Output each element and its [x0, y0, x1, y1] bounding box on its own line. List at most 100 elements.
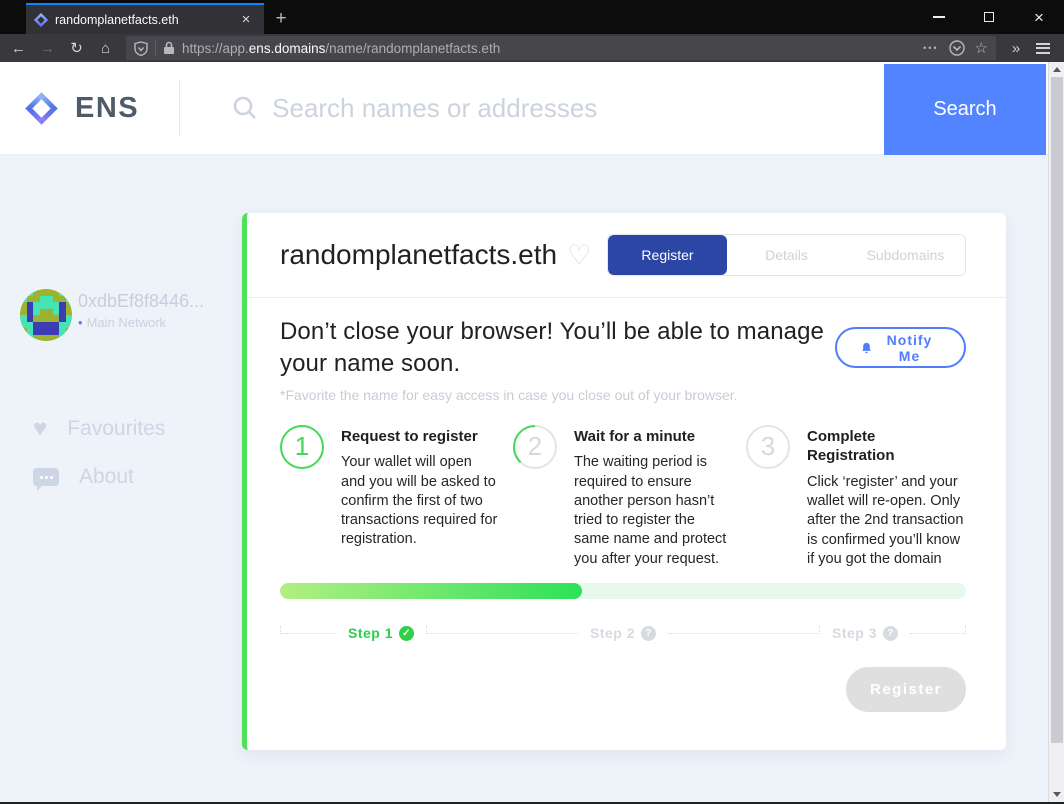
notify-me-button[interactable]: Notify Me: [835, 327, 966, 368]
urlbar-divider: [155, 40, 156, 56]
bookmark-star-icon[interactable]: ☆: [975, 39, 988, 57]
step-3-label: Step 3?: [832, 625, 898, 641]
shield-icon[interactable]: [134, 41, 148, 56]
headline-text: Don’t close your browser! You’ll be able…: [280, 316, 835, 380]
progress-fill: [280, 583, 582, 599]
scroll-up-icon[interactable]: [1053, 67, 1061, 72]
url-path: /name/randomplanetfacts.eth: [325, 41, 500, 56]
ens-favicon-icon: [34, 13, 48, 27]
headline-row: Don’t close your browser! You’ll be able…: [280, 316, 966, 380]
account-address[interactable]: 0xdbEf8f8446...: [78, 291, 204, 312]
network-dot-icon: •: [78, 315, 83, 330]
step-1-body: Your wallet will open and you will be as…: [341, 453, 500, 549]
new-tab-button[interactable]: +: [264, 3, 298, 34]
minimize-button[interactable]: [914, 0, 964, 34]
chat-bubble-icon: [33, 468, 59, 486]
forward-button[interactable]: →: [33, 41, 62, 56]
step-2-circle-icon: 2: [513, 425, 557, 469]
ruler-segment: [668, 633, 820, 634]
url-bar[interactable]: https://app.ens.domains/name/randomplane…: [126, 36, 996, 60]
page-actions-icon[interactable]: •••: [923, 43, 938, 53]
back-button[interactable]: ←: [4, 41, 33, 56]
titlebar: randomplanetfacts.eth × + ×: [0, 0, 1064, 34]
tab-subdomains[interactable]: Subdomains: [846, 235, 965, 275]
app-header: ENS Search: [0, 62, 1048, 155]
tab-title: randomplanetfacts.eth: [55, 13, 236, 27]
reload-button[interactable]: ↻: [62, 41, 91, 56]
header-divider: [179, 79, 180, 137]
urlbar-actions: ••• ☆: [923, 39, 988, 57]
favourite-heart-icon[interactable]: ♡: [567, 240, 591, 271]
about-label: About: [79, 465, 134, 489]
card-header: randomplanetfacts.eth ♡ Register Details…: [247, 213, 1006, 298]
step-3: 3 Complete Registration Click ‘register’…: [746, 425, 966, 569]
step-2-body: The waiting period is required to ensure…: [574, 453, 733, 569]
search-button[interactable]: Search: [884, 64, 1046, 155]
tab-close-icon[interactable]: ×: [236, 11, 256, 28]
sidebar: 0xdbEf8f8446... •Main Network ♥ Favourit…: [0, 155, 242, 802]
ruler-segment: [910, 633, 966, 634]
question-icon[interactable]: ?: [883, 626, 898, 641]
scrollbar-thumb[interactable]: [1051, 77, 1063, 743]
window-controls: ×: [914, 0, 1064, 34]
question-icon[interactable]: ?: [641, 626, 656, 641]
tab-group: Register Details Subdomains: [607, 234, 966, 276]
hamburger-menu-icon[interactable]: [1036, 43, 1050, 54]
overflow-menu-icon[interactable]: »: [1004, 40, 1028, 57]
tab-details[interactable]: Details: [727, 235, 846, 275]
step-indicator-row: Step 1✓ Step 2? Step 3?: [280, 625, 966, 641]
heart-icon: ♥: [33, 415, 47, 443]
step-2: 2 Wait for a minute The waiting period i…: [513, 425, 733, 569]
scrollbar[interactable]: [1048, 62, 1064, 802]
step-1-number: 1: [280, 425, 324, 469]
url-text[interactable]: https://app.ens.domains/name/randomplane…: [182, 41, 915, 56]
ruler-segment: [426, 633, 578, 634]
search-input[interactable]: [272, 93, 832, 124]
check-icon: ✓: [399, 626, 414, 641]
close-button[interactable]: ×: [1014, 0, 1064, 34]
browser-window: randomplanetfacts.eth × + × ← → ↻ ⌂ http…: [0, 0, 1064, 804]
card-body: Don’t close your browser! You’ll be able…: [247, 298, 1006, 712]
step-2-number: 2: [513, 425, 557, 469]
search-icon: [232, 95, 258, 121]
browser-tab[interactable]: randomplanetfacts.eth ×: [26, 3, 264, 34]
toolbar-right: »: [1004, 40, 1058, 57]
domain-name-title: randomplanetfacts.eth: [280, 239, 557, 271]
avatar[interactable]: [20, 289, 72, 341]
progress-bar: [280, 583, 966, 599]
register-button[interactable]: Register: [846, 667, 966, 712]
ruler-segment: [280, 633, 336, 634]
steps: 1 Request to register Your wallet will o…: [280, 425, 966, 569]
tab-register[interactable]: Register: [608, 235, 727, 275]
bell-icon: [861, 341, 872, 355]
close-icon: ×: [1034, 9, 1044, 26]
url-prefix: https://app.: [182, 41, 249, 56]
step-3-number: 3: [746, 425, 790, 469]
home-button[interactable]: ⌂: [91, 41, 120, 56]
notify-me-label: Notify Me: [879, 332, 940, 364]
domain-card: randomplanetfacts.eth ♡ Register Details…: [242, 213, 1006, 750]
scroll-down-icon[interactable]: [1053, 792, 1061, 797]
lock-icon[interactable]: [163, 41, 175, 55]
pocket-icon[interactable]: [949, 40, 965, 56]
step-1-label: Step 1✓: [348, 625, 414, 641]
step-1: 1 Request to register Your wallet will o…: [280, 425, 500, 569]
step-1-circle-icon: 1: [280, 425, 324, 469]
step-2-title: Wait for a minute: [574, 427, 733, 447]
sidebar-item-about[interactable]: About: [33, 465, 134, 489]
favourites-label: Favourites: [67, 417, 165, 441]
page: ENS Search 0: [0, 62, 1064, 802]
sidebar-item-favourites[interactable]: ♥ Favourites: [33, 415, 165, 443]
step-1-title: Request to register: [341, 427, 500, 447]
step-3-circle-icon: 3: [746, 425, 790, 469]
step-3-body: Click ‘register’ and your wallet will re…: [807, 473, 966, 569]
minimize-icon: [933, 16, 945, 18]
register-row: Register: [280, 667, 966, 712]
url-domain: ens.domains: [249, 41, 326, 56]
ens-logo-icon[interactable]: [25, 92, 58, 125]
network-indicator: •Main Network: [78, 315, 166, 330]
maximize-button[interactable]: [964, 0, 1014, 34]
step-3-title: Complete Registration: [807, 427, 966, 466]
step-2-label: Step 2?: [590, 625, 656, 641]
ens-logo-text[interactable]: ENS: [75, 92, 139, 125]
